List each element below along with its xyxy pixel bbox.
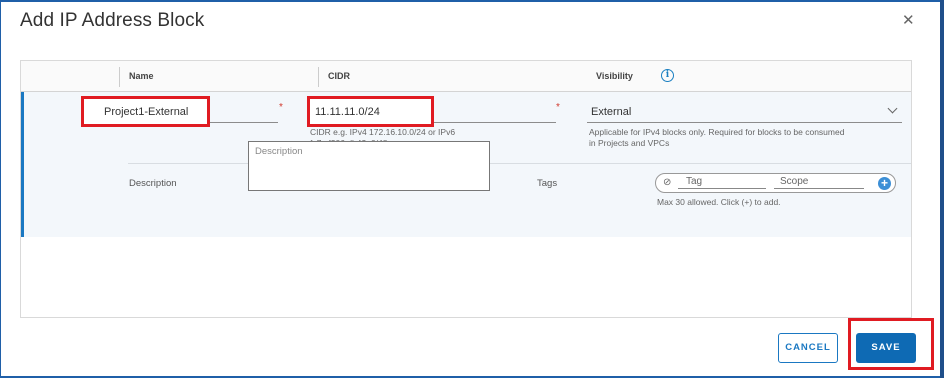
name-field-underline [202, 122, 278, 123]
save-button[interactable]: SAVE [856, 333, 916, 363]
name-value: Project1-External [104, 106, 189, 118]
ip-block-row: Project1-External * 11.11.11.0/24 * CIDR… [21, 92, 911, 237]
column-header-cidr: CIDR [328, 71, 350, 81]
close-icon[interactable]: ✕ [902, 13, 915, 29]
column-separator [318, 67, 319, 87]
column-header-name: Name [129, 71, 154, 81]
cidr-field-underline [419, 122, 556, 123]
tag-icon: ⊘ [663, 177, 672, 188]
name-input[interactable]: Project1-External [81, 96, 210, 127]
window-edge [940, 0, 944, 378]
cancel-button[interactable]: CANCEL [778, 333, 838, 363]
name-required-marker: * [279, 102, 283, 113]
ip-block-grid: Name CIDR Visibility i Project1-External… [20, 60, 912, 318]
scope-underline [774, 188, 864, 189]
cidr-value: 11.11.11.0/24 [315, 106, 380, 118]
tags-hint: Max 30 allowed. Click (+) to add. [657, 197, 781, 207]
tag-input-pill[interactable]: ⊘ Tag Scope + [655, 173, 896, 193]
description-label: Description [129, 178, 177, 189]
column-separator [119, 67, 120, 87]
visibility-select[interactable]: External [587, 100, 902, 124]
tag-placeholder[interactable]: Tag [686, 176, 702, 187]
dialog-title: Add IP Address Block [20, 10, 205, 31]
column-header-visibility: Visibility [596, 71, 633, 81]
row-divider [128, 163, 911, 164]
chevron-down-icon [887, 103, 898, 114]
description-input[interactable]: Description [248, 141, 490, 191]
grid-header: Name CIDR Visibility i [21, 61, 911, 92]
visibility-underline [587, 122, 902, 123]
visibility-hint: Applicable for IPv4 blocks only. Require… [589, 127, 845, 148]
add-tag-icon[interactable]: + [878, 177, 891, 190]
cidr-input[interactable]: 11.11.11.0/24 [307, 96, 434, 127]
tags-label: Tags [537, 178, 558, 189]
info-icon[interactable]: i [661, 69, 674, 82]
cidr-required-marker: * [556, 102, 560, 113]
description-placeholder: Description [255, 146, 303, 157]
scope-placeholder[interactable]: Scope [780, 176, 808, 187]
tag-underline [678, 188, 766, 189]
visibility-value: External [591, 106, 632, 118]
